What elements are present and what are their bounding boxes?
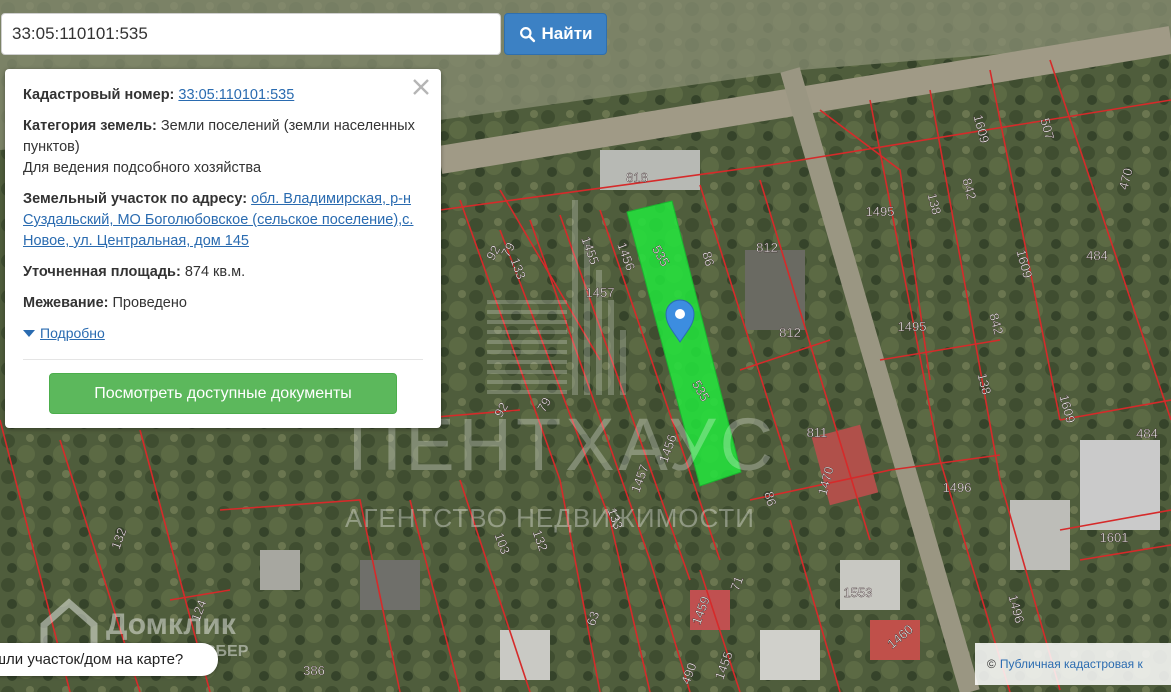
copyright-symbol: © [987,657,996,671]
found-on-map-text: шли участок/дом на карте? [0,651,184,668]
survey-row: Межевание: Проведено [23,293,423,314]
parcel-number-label: 1496 [943,480,972,495]
found-on-map-prompt[interactable]: шли участок/дом на карте? [0,643,218,676]
parcel-number-label: 484 [1086,248,1108,263]
parcel-number-label: 484 [1136,426,1158,441]
parcel-number-label: 386 [303,663,325,678]
search-button-label: Найти [541,24,593,43]
parcel-number-label: 1457 [586,285,615,300]
parcel-number-label: 1495 [866,204,895,219]
search-icon [519,26,535,42]
chevron-down-icon [23,329,35,337]
land-category-label: Категория земель: [23,118,157,134]
survey-value: Проведено [112,295,187,311]
cadastral-number-label: Кадастровый номер: [23,87,175,103]
area-value: 874 кв.м. [184,264,246,280]
parcel-number-label: 812 [779,325,801,340]
watermark-agency-subtitle: АГЕНТСТВО НЕДВИЖИМОСТИ [345,503,755,533]
cadastral-number-link[interactable]: 33:05:110101:535 [178,87,294,103]
divider [23,359,423,360]
domclick-brand-name: Домклик [106,608,236,641]
parcel-number-label: 1601 [1100,530,1129,545]
cadastral-number-row: Кадастровый номер: 33:05:110101:535 [23,85,423,106]
parcel-number-label: 812 [756,240,778,255]
search-button[interactable]: Найти [504,13,607,55]
parcel-number-label: 818 [626,170,648,185]
cadastral-search-input[interactable] [1,13,501,55]
details-toggle[interactable]: Подробно [23,325,105,341]
land-usage-text: Для ведения подсобного хозяйства [23,160,262,176]
address-label: Земельный участок по адресу: [23,191,248,207]
attribution-link[interactable]: Публичная кадастровая к [1000,657,1143,671]
survey-label: Межевание: [23,295,109,311]
map-attribution: © Публичная кадастровая к [975,643,1171,685]
area-label: Уточненная площадь: [23,264,181,280]
view-documents-button[interactable]: Посмотреть доступные документы [49,373,397,414]
area-row: Уточненная площадь: 874 кв.м. [23,262,423,283]
address-row: Земельный участок по адресу: обл. Владим… [23,189,423,252]
details-label: Подробно [40,325,105,341]
parcel-number-label: 1495 [898,319,927,334]
land-category-row: Категория земель: Земли поселений (земли… [23,116,423,158]
parcel-number-label: 1553 [844,585,873,600]
parcel-info-panel: Кадастровый номер: 33:05:110101:535 Кате… [5,69,441,428]
